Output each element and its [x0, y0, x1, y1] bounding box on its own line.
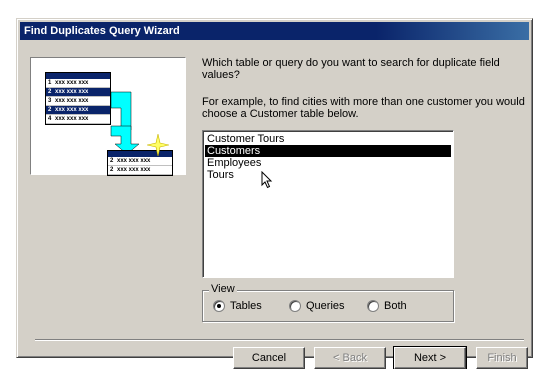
question-text: Which table or query do you want to sear… — [202, 57, 500, 81]
mouse-pointer-icon — [261, 171, 273, 189]
sparkle-icon — [147, 134, 169, 156]
window-title: Find Duplicates Query Wizard — [24, 25, 180, 37]
radio-both[interactable]: Both — [367, 300, 407, 312]
result-table-row-text: xxx xxx xxx — [117, 167, 151, 173]
result-table-row-number: 2 — [110, 167, 114, 173]
radio-tables-label: Tables — [230, 300, 262, 312]
radio-queries-dot[interactable] — [289, 300, 301, 312]
list-item[interactable]: Customer Tours — [205, 133, 451, 145]
radio-tables-dot[interactable] — [213, 300, 225, 312]
radio-both-label: Both — [384, 300, 407, 312]
wizard-illustration: 1 xxx xxx xxx 2 xxx xxx xxx 3 xxx xxx xxx 2 xxx… — [30, 57, 186, 176]
radio-both-dot[interactable] — [367, 300, 379, 312]
result-table-row-text: xxx xxx xxx — [117, 158, 151, 164]
wizard-dialog: Find Duplicates Query Wizard 1 xxx xxx xx… — [16, 18, 533, 369]
title-bar[interactable]: Find Duplicates Query Wizard — [20, 22, 529, 40]
radio-queries-label: Queries — [306, 300, 345, 312]
radio-tables[interactable]: Tables — [213, 300, 262, 312]
list-item[interactable]: Tours — [205, 169, 451, 181]
table-listbox[interactable]: Customer Tours Customers Employees Tours — [202, 130, 454, 278]
button-separator — [35, 339, 524, 341]
cancel-button[interactable]: Cancel — [233, 347, 305, 369]
result-table-row: 2 xxx xxx xxx — [108, 157, 172, 166]
finish-button[interactable]: Finish — [476, 347, 528, 369]
example-text: For example, to find cities with more th… — [202, 96, 525, 120]
radio-queries[interactable]: Queries — [289, 300, 345, 312]
result-table-row-number: 2 — [110, 158, 114, 164]
view-option-group: View Tables Queries Both — [202, 283, 454, 322]
result-table-row: 2 xxx xxx xxx — [108, 166, 172, 175]
list-item[interactable]: Employees — [205, 157, 451, 169]
back-button[interactable]: < Back — [314, 347, 386, 369]
view-group-label: View — [209, 283, 237, 295]
next-button[interactable]: Next > — [393, 346, 467, 369]
list-item-selected[interactable]: Customers — [205, 145, 451, 157]
